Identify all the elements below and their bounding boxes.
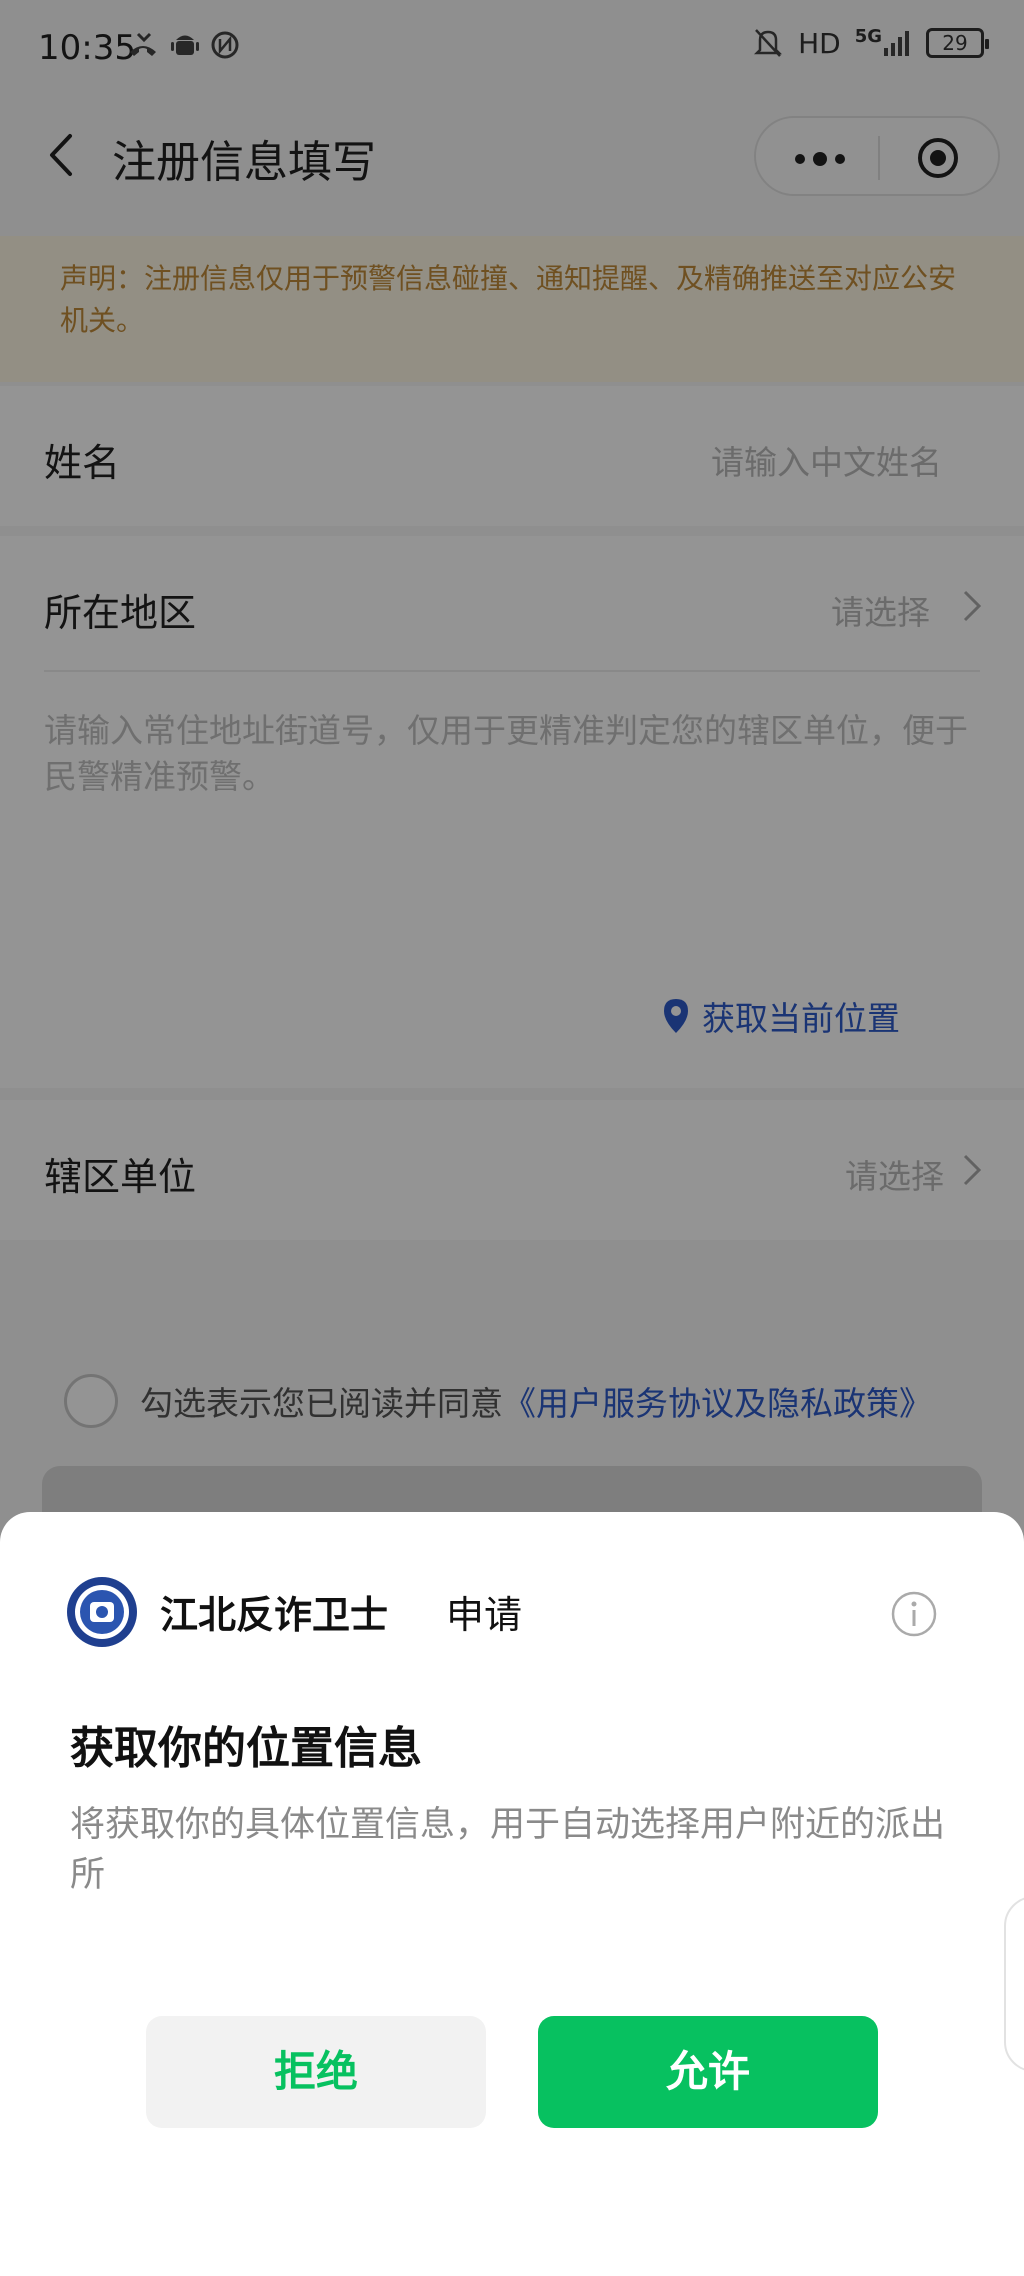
permission-description: 将获取你的具体位置信息，用于自动选择用户附近的派出所 (70, 1805, 946, 1895)
permission-title: 获取你的位置信息 (70, 1723, 422, 1774)
edge-handle[interactable] (1004, 1896, 1024, 2072)
allow-button[interactable]: 允许 (538, 2016, 878, 2128)
info-icon[interactable] (890, 1590, 938, 1638)
app-name: 江北反诈卫士 (160, 1593, 389, 1637)
app-logo-icon (67, 1577, 137, 1647)
deny-button[interactable]: 拒绝 (146, 2016, 486, 2128)
permission-sheet: 江北反诈卫士 申请 获取你的位置信息 将获取你的具体位置信息，用于自动选择用户附… (0, 1512, 1024, 2276)
apply-label: 申请 (446, 1593, 523, 1637)
